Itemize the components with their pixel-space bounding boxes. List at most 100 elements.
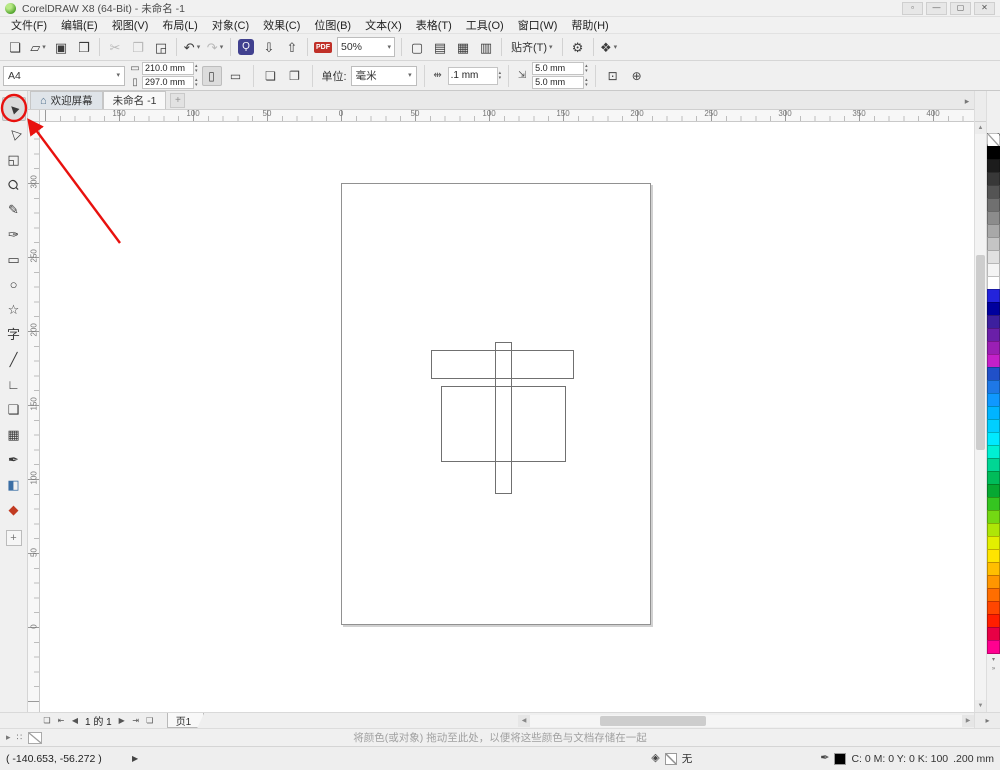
maximize-button[interactable]: ▢ (950, 1, 971, 15)
color-swatch-18[interactable] (987, 367, 1000, 381)
color-swatch-6[interactable] (987, 211, 1000, 225)
open-button[interactable]: ▱ ▾ (27, 36, 49, 58)
vertical-ruler[interactable]: 300 250 200 150 100 50 0 (28, 122, 40, 712)
menu-item-10[interactable]: 工具(O) (459, 16, 511, 34)
page-thumbnails-button[interactable]: ❏ (40, 714, 54, 728)
color-swatch-31[interactable] (987, 536, 1000, 550)
save-button[interactable]: ▣ (50, 36, 72, 58)
horizontal-ruler[interactable]: 150 100 50 0 50 100 150 200 250 300 350 400 (40, 110, 974, 122)
launcher-button[interactable]: ❖ ▾ (598, 36, 620, 58)
menu-item-11[interactable]: 窗口(W) (511, 16, 565, 34)
interactive-fill-tool[interactable]: ◧ (2, 472, 26, 496)
scroll-right-button[interactable]: ▶ (962, 714, 974, 727)
import-button[interactable]: ⇩ (258, 36, 280, 58)
color-swatch-28[interactable] (987, 497, 1000, 511)
vertical-scroll-track[interactable] (975, 134, 986, 700)
palette-flyout-button[interactable]: » (988, 665, 1000, 673)
nudge-distance-stepper[interactable]: ▴ ▾ (499, 70, 502, 81)
color-swatch-26[interactable] (987, 471, 1000, 485)
duplicate-y-input[interactable]: 5.0 mm (532, 76, 585, 89)
duplicate-y-stepper[interactable]: ▴ ▾ (585, 77, 588, 88)
zoom-level-select[interactable]: 50% ▾ (337, 37, 395, 57)
landscape-button[interactable]: ▭ (226, 66, 246, 86)
drawn-rectangle-square[interactable] (441, 386, 566, 462)
menu-item-2[interactable]: 编辑(E) (54, 16, 105, 34)
color-swatch-3[interactable] (987, 172, 1000, 186)
text-tool[interactable]: 字 (2, 322, 26, 346)
color-swatch-25[interactable] (987, 458, 1000, 472)
color-swatch-12[interactable] (987, 289, 1000, 303)
menu-item-4[interactable]: 布局(L) (155, 16, 204, 34)
show-guidelines-button[interactable]: ▥ (475, 36, 497, 58)
color-swatch-15[interactable] (987, 328, 1000, 342)
no-color-swatch[interactable] (28, 731, 43, 744)
color-swatch-5[interactable] (987, 198, 1000, 212)
smart-fill-tool[interactable]: ◆ (2, 497, 26, 521)
color-swatch-32[interactable] (987, 549, 1000, 563)
first-page-button[interactable]: ⇤ (54, 714, 68, 728)
zoom-tool[interactable]: Ϙ (2, 172, 26, 196)
color-swatch-20[interactable] (987, 393, 1000, 407)
document-page[interactable] (341, 183, 651, 625)
color-swatch-29[interactable] (987, 510, 1000, 524)
color-swatch-34[interactable] (987, 575, 1000, 589)
page-1-tab[interactable]: 页1 (167, 713, 205, 728)
paste-button[interactable]: ◲ (150, 36, 172, 58)
no-color-swatch[interactable] (987, 133, 1000, 147)
prev-page-button[interactable]: ◀ (68, 714, 82, 728)
nudge-distance-input[interactable]: .1 mm (447, 66, 498, 85)
search-content-button[interactable]: Ϙ (235, 36, 257, 58)
workspace-button[interactable]: ▫ (902, 1, 923, 15)
snap-to-dropdown[interactable]: 贴齐(T) ▾ (506, 37, 558, 57)
print-button[interactable]: ❒ (73, 36, 95, 58)
color-swatch-33[interactable] (987, 562, 1000, 576)
color-swatch-35[interactable] (987, 588, 1000, 602)
drop-shadow-tool[interactable]: ❑ (2, 397, 26, 421)
next-page-button[interactable]: ▶ (115, 714, 129, 728)
record-icon[interactable]: ▶ (132, 754, 138, 763)
tab-document[interactable]: 未命名 -1 (102, 91, 167, 109)
page-size-preset-select[interactable]: A4 ▾ (3, 65, 125, 86)
color-swatch-8[interactable] (987, 237, 1000, 251)
eyedropper-icon[interactable]: ∷ (17, 732, 23, 743)
parallel-dimension-tool[interactable]: ╱ (2, 347, 26, 371)
duplicate-x-input[interactable]: 5.0 mm (532, 62, 585, 75)
fullscreen-preview-button[interactable]: ▢ (406, 36, 428, 58)
color-swatch-2[interactable] (987, 159, 1000, 173)
color-swatch-10[interactable] (987, 263, 1000, 277)
color-swatch-23[interactable] (987, 432, 1000, 446)
color-swatch-22[interactable] (987, 419, 1000, 433)
all-pages-settings-button[interactable]: ❐ (285, 66, 305, 86)
customize-toolbox-button[interactable]: + (5, 530, 22, 546)
menu-item-12[interactable]: 帮助(H) (564, 16, 615, 34)
rectangle-tool[interactable]: ▭ (2, 247, 26, 271)
export-button[interactable]: ⇧ (281, 36, 303, 58)
color-swatch-14[interactable] (987, 315, 1000, 329)
color-swatch-39[interactable] (987, 640, 1000, 654)
color-swatch-11[interactable] (987, 276, 1000, 290)
color-swatch-38[interactable] (987, 627, 1000, 641)
color-eyedropper-tool[interactable]: ✒ (2, 447, 26, 471)
page-height-stepper[interactable]: ▴ ▾ (195, 77, 198, 88)
color-swatch-27[interactable] (987, 484, 1000, 498)
vertical-scroll-thumb[interactable] (976, 255, 985, 450)
minimize-button[interactable]: — (926, 1, 947, 15)
color-swatch-1[interactable] (987, 146, 1000, 160)
menu-item-7[interactable]: 位图(B) (307, 16, 358, 34)
horizontal-scrollb​ar[interactable]: ◀ ▶ (518, 714, 974, 727)
color-swatch-16[interactable] (987, 341, 1000, 355)
transparency-tool[interactable]: ▦ (2, 422, 26, 446)
color-swatch-30[interactable] (987, 523, 1000, 537)
last-page-button[interactable]: ⇥ (129, 714, 143, 728)
color-swatch-21[interactable] (987, 406, 1000, 420)
scroll-left-button[interactable]: ◀ (518, 714, 530, 727)
connector-tool[interactable]: ∟ (2, 372, 26, 396)
current-page-settings-button[interactable]: ❏ (261, 66, 281, 86)
drawing-canvas[interactable] (40, 122, 974, 712)
redo-button[interactable]: ↷ ▾ (204, 36, 226, 58)
scroll-up-button[interactable]: ▲ (975, 122, 986, 134)
page-origin-button[interactable]: ⊕ (627, 66, 647, 86)
page-width-input[interactable]: 210.0 mm (142, 62, 194, 75)
shape-tool[interactable]: ▷ (2, 122, 26, 146)
menu-item-1[interactable]: 文件(F) (4, 16, 54, 34)
